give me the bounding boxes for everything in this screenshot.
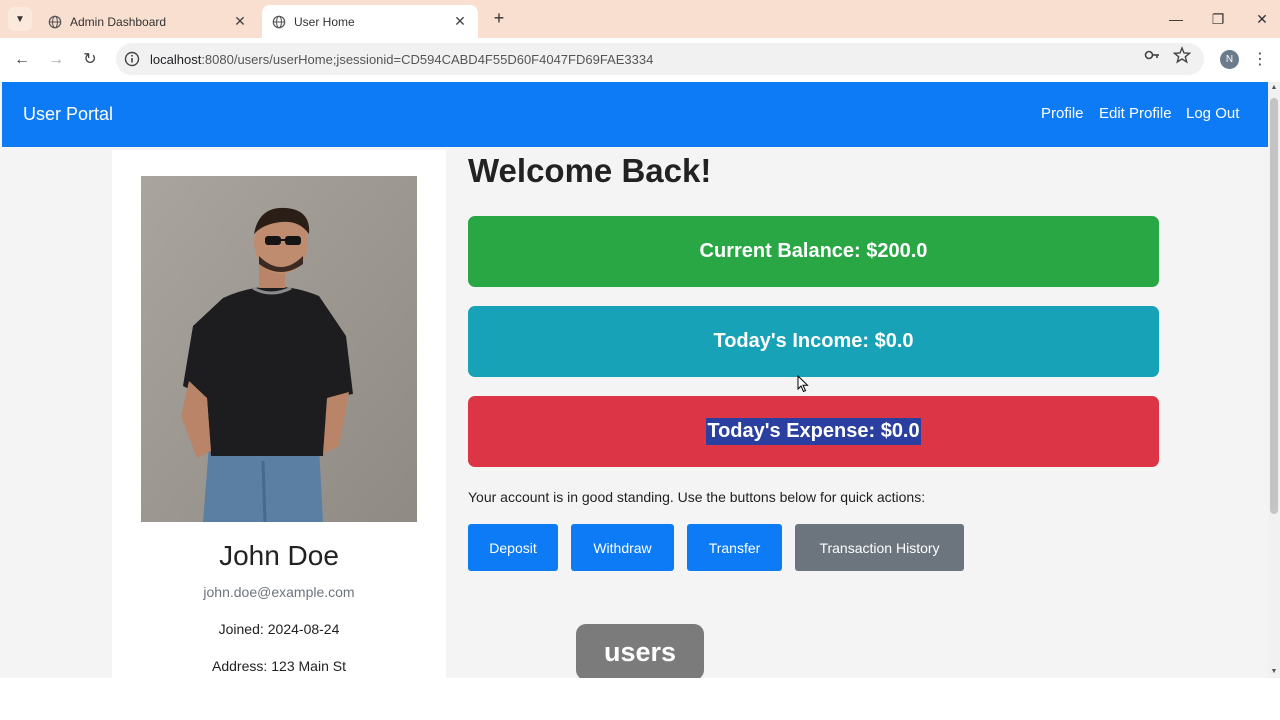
minimize-icon[interactable]: —: [1164, 8, 1188, 30]
browser-tab-bar: ▼ Admin Dashboard ✕ User Home ✕ + — ❐ ✕: [0, 0, 1280, 38]
url-host: localhost: [150, 51, 202, 67]
address-bar[interactable]: localhost:8080/users/userHome;jsessionid…: [116, 43, 1204, 75]
window-close-icon[interactable]: ✕: [1250, 8, 1274, 30]
bookmark-star-icon[interactable]: [1173, 46, 1191, 64]
scroll-thumb[interactable]: [1270, 98, 1278, 514]
brand-link[interactable]: User Portal: [23, 104, 113, 125]
balance-text: Current Balance: $200.0: [699, 240, 928, 262]
browser-profile-avatar[interactable]: N: [1220, 50, 1239, 69]
scroll-down-arrow-icon[interactable]: ▼: [1270, 668, 1278, 676]
balance-card: Current Balance: $200.0: [468, 216, 1159, 287]
transfer-button[interactable]: Transfer: [687, 524, 782, 571]
profile-name: John Doe: [219, 540, 339, 571]
new-tab-plus-icon[interactable]: +: [488, 8, 510, 30]
browser-toolbar: ← → ↻ localhost:8080/users/userHome;jses…: [0, 38, 1280, 82]
close-tab-icon[interactable]: ✕: [452, 13, 468, 30]
reload-icon[interactable]: ↻: [78, 48, 102, 72]
profile-joined: Joined: 2024-08-24: [112, 621, 446, 637]
tab-user-home[interactable]: User Home ✕: [262, 5, 478, 38]
profile-photo: [141, 176, 417, 522]
tab-admin-dashboard[interactable]: Admin Dashboard ✕: [38, 5, 258, 38]
key-icon[interactable]: [1143, 46, 1161, 64]
forward-arrow-icon[interactable]: →: [44, 48, 68, 72]
site-navbar: User Portal Profile Edit Profile Log Out: [2, 82, 1268, 147]
tab-title: Admin Dashboard: [70, 14, 167, 29]
income-card: Today's Income: $0.0: [468, 306, 1159, 377]
nav-profile-link[interactable]: Profile: [1041, 105, 1084, 122]
profile-card: John Doe john.doe@example.com Joined: 202…: [112, 150, 446, 678]
url-text: localhost:8080/users/userHome;jsessionid…: [150, 52, 653, 67]
profile-email: john.doe@example.com: [203, 584, 355, 600]
withdraw-button[interactable]: Withdraw: [571, 524, 674, 571]
back-arrow-icon[interactable]: ←: [10, 48, 34, 72]
income-text: Today's Income: $0.0: [713, 330, 914, 352]
joined-label: Joined:: [218, 621, 264, 637]
page-title: Welcome Back!: [468, 152, 712, 189]
globe-icon: [272, 15, 286, 28]
profile-address: Address: 123 Main St: [112, 658, 446, 674]
bottom-strip: [0, 678, 1280, 720]
address-value: 123 Main St: [271, 658, 346, 674]
deposit-button[interactable]: Deposit: [468, 524, 558, 571]
scroll-up-arrow-icon[interactable]: ▲: [1270, 84, 1278, 92]
tab-search-chevron-icon[interactable]: ▼: [8, 7, 32, 31]
video-caption-overlay: users: [576, 624, 704, 678]
expense-card: Today's Expense: $0.0: [468, 396, 1159, 467]
globe-icon: [48, 15, 62, 28]
tab-title: User Home: [294, 14, 355, 29]
address-label: Address:: [212, 658, 268, 674]
browser-menu-icon[interactable]: ⋮: [1252, 48, 1268, 72]
account-status-text: Your account is in good standing. Use th…: [468, 489, 926, 505]
page-scrollbar[interactable]: ▲ ▼: [1268, 82, 1280, 678]
url-path: :8080/users/userHome;jsessionid=CD594CAB…: [201, 51, 654, 67]
nav-logout-link[interactable]: Log Out: [1186, 105, 1239, 122]
close-tab-icon[interactable]: ✕: [232, 13, 248, 30]
expense-text: Today's Expense: $0.0: [706, 418, 921, 445]
transaction-history-button[interactable]: Transaction History: [795, 524, 964, 571]
site-info-icon[interactable]: [124, 51, 140, 67]
page-content: User Portal Profile Edit Profile Log Out: [0, 82, 1280, 678]
joined-date: 2024-08-24: [267, 621, 340, 637]
mouse-cursor-icon: [797, 375, 809, 393]
nav-edit-profile-link[interactable]: Edit Profile: [1099, 105, 1172, 122]
restore-icon[interactable]: ❐: [1206, 8, 1230, 30]
